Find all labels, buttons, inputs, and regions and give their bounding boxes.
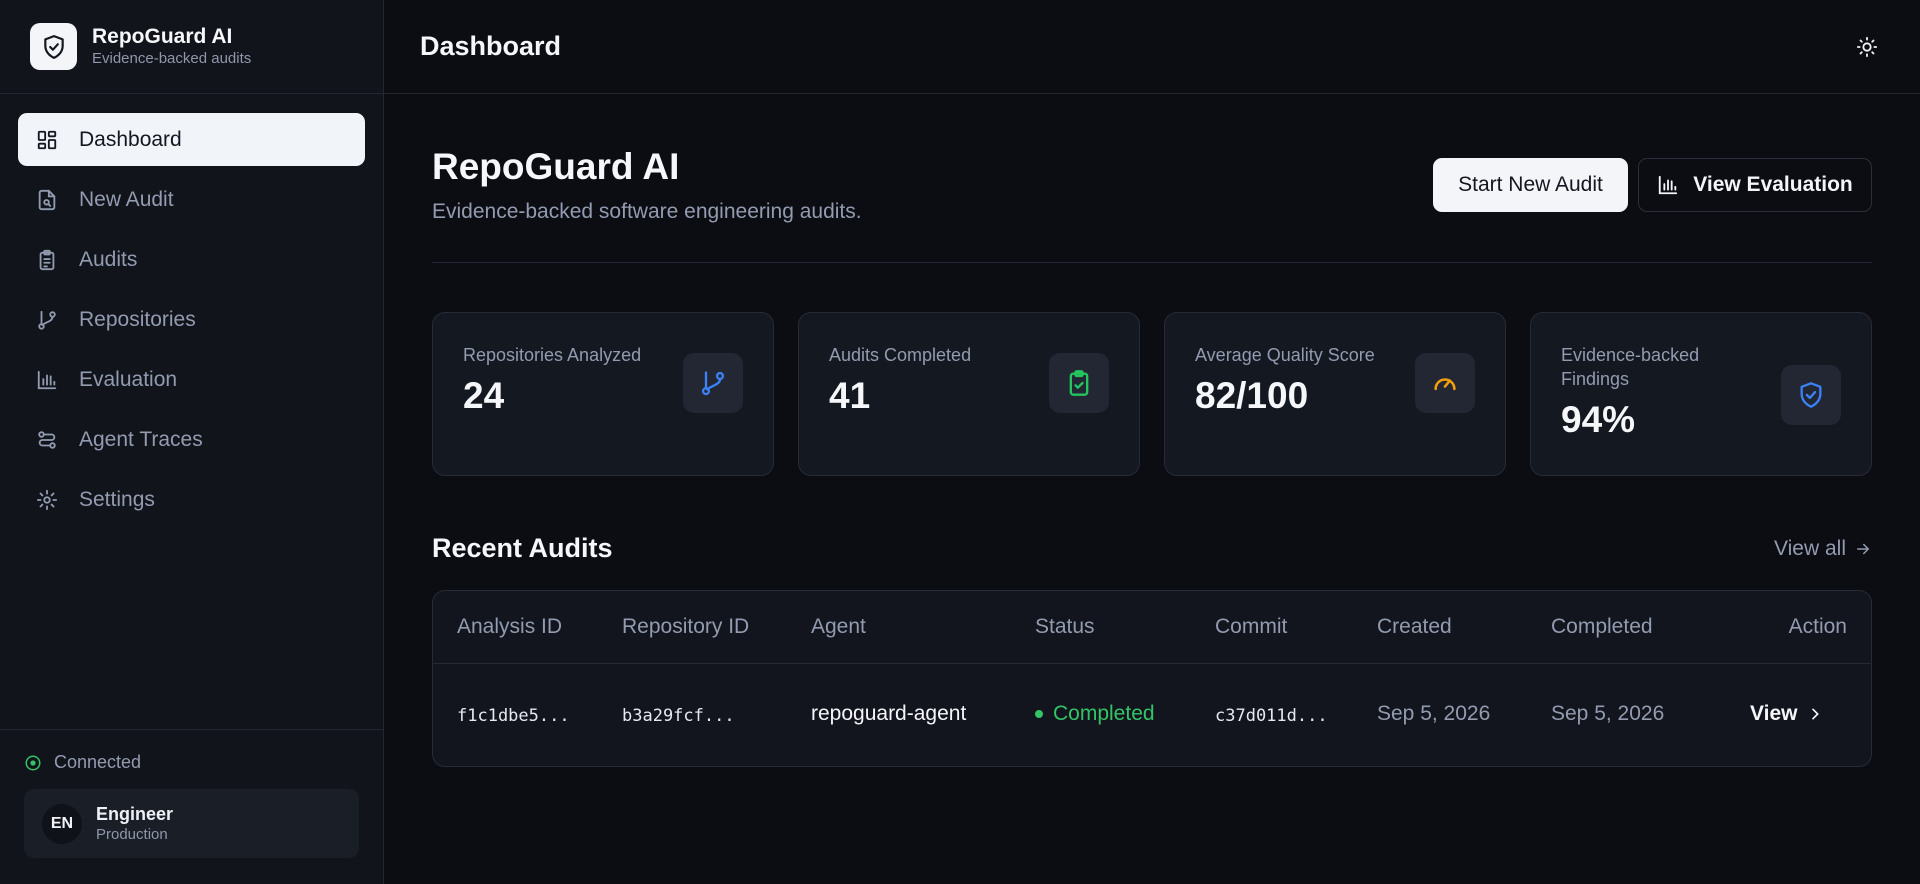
topbar: Dashboard <box>384 0 1920 94</box>
user-card[interactable]: EN Engineer Production <box>24 789 359 858</box>
view-all-label: View all <box>1774 537 1846 560</box>
recent-audits-header: Recent Audits View all <box>432 529 1872 569</box>
column-header: Completed <box>1551 615 1653 638</box>
hero: RepoGuard AI Evidence-backed software en… <box>432 94 1872 263</box>
section-title: Recent Audits <box>432 533 613 563</box>
stats-grid: Repositories Analyzed 24 Audits Complete… <box>432 312 1872 476</box>
view-evaluation-button[interactable]: View Evaluation <box>1638 158 1872 212</box>
hero-subtitle: Evidence-backed software engineering aud… <box>432 200 862 223</box>
connection-status: Connected <box>24 752 359 773</box>
sidebar-item-evaluation[interactable]: Evaluation <box>18 353 365 406</box>
recent-audits-table: Analysis ID Repository ID Agent Status C… <box>432 590 1872 767</box>
arrow-right-icon <box>1854 540 1872 558</box>
column-header: Analysis ID <box>457 615 563 638</box>
column-header: Status <box>1035 615 1095 638</box>
page-title: Dashboard <box>420 31 562 61</box>
start-new-audit-button[interactable]: Start New Audit <box>1433 158 1628 212</box>
status-label: Completed <box>1053 702 1155 725</box>
connection-label: Connected <box>54 752 142 772</box>
git-branch-icon <box>683 353 743 413</box>
sidebar-item-new-audit[interactable]: New Audit <box>18 173 365 226</box>
stat-label: Repositories Analyzed <box>463 345 642 365</box>
route-icon <box>35 428 59 452</box>
sidebar-footer: Connected EN Engineer Production <box>0 729 383 884</box>
column-header: Agent <box>811 615 866 638</box>
sidebar-item-label: Dashboard <box>79 127 182 151</box>
brand: RepoGuard AI Evidence-backed audits <box>0 0 383 94</box>
sidebar-item-dashboard[interactable]: Dashboard <box>18 113 365 166</box>
bar-chart-icon <box>1657 174 1679 196</box>
stat-card-findings: Evidence-backed Findings 94% <box>1530 312 1872 476</box>
stat-card-audits: Audits Completed 41 <box>798 312 1140 476</box>
table-row[interactable]: f1c1dbe5... b3a29fcf... repoguard-agent … <box>433 664 1871 767</box>
bar-chart-icon <box>35 368 59 392</box>
stat-label: Audits Completed <box>829 345 972 365</box>
agent-cell: repoguard-agent <box>811 702 967 725</box>
column-header: Created <box>1377 615 1452 638</box>
main-content: RepoGuard AI Evidence-backed software en… <box>432 94 1872 767</box>
sidebar-item-label: Repositories <box>79 307 196 331</box>
analysis-id-cell: f1c1dbe5... <box>457 706 570 726</box>
sidebar-item-label: Evaluation <box>79 367 178 391</box>
column-header: Repository ID <box>622 615 750 638</box>
sun-icon <box>1856 36 1878 58</box>
stat-card-repositories: Repositories Analyzed 24 <box>432 312 774 476</box>
dashboard-icon <box>35 128 59 152</box>
chevron-right-icon <box>1807 706 1823 722</box>
stat-value: 24 <box>463 375 505 416</box>
stat-value: 94% <box>1561 399 1636 440</box>
sidebar-nav: Dashboard New Audit Audits Repositories … <box>0 94 383 526</box>
shield-logo-icon <box>30 23 77 70</box>
gauge-icon <box>1415 353 1475 413</box>
repository-id-cell: b3a29fcf... <box>622 706 735 726</box>
view-all-link[interactable]: View all <box>1774 537 1872 561</box>
sidebar-item-repositories[interactable]: Repositories <box>18 293 365 346</box>
stat-card-quality: Average Quality Score 82/100 <box>1164 312 1506 476</box>
clipboard-check-icon <box>1049 353 1109 413</box>
sidebar-item-audits[interactable]: Audits <box>18 233 365 286</box>
hero-title: RepoGuard AI <box>432 146 680 187</box>
status-badge: Completed <box>1035 702 1155 726</box>
shield-check-icon <box>1781 365 1841 425</box>
commit-cell: c37d011d... <box>1215 706 1328 726</box>
theme-toggle-button[interactable] <box>1854 34 1880 60</box>
sidebar-item-label: Agent Traces <box>79 427 203 451</box>
view-audit-button[interactable]: View <box>1750 702 1823 726</box>
status-dot-icon <box>1035 710 1043 718</box>
view-evaluation-label: View Evaluation <box>1693 173 1853 196</box>
created-cell: Sep 5, 2026 <box>1377 702 1491 725</box>
sidebar-item-label: Audits <box>79 247 138 271</box>
column-header: Action <box>1788 615 1847 638</box>
brand-title: RepoGuard AI <box>92 24 233 48</box>
avatar: EN <box>42 803 82 844</box>
status-dot-icon <box>24 754 42 772</box>
view-label: View <box>1750 702 1798 725</box>
sidebar: RepoGuard AI Evidence-backed audits Dash… <box>0 0 384 884</box>
gear-icon <box>35 488 59 512</box>
brand-subtitle: Evidence-backed audits <box>92 49 252 67</box>
stat-value: 82/100 <box>1195 375 1309 416</box>
stat-label: Average Quality Score <box>1195 345 1375 365</box>
user-environment: Production <box>96 825 168 843</box>
completed-cell: Sep 5, 2026 <box>1551 702 1665 725</box>
stat-label: Evidence-backed Findings <box>1561 345 1700 389</box>
user-name: Engineer <box>96 803 174 824</box>
table-header: Analysis ID Repository ID Agent Status C… <box>433 591 1871 664</box>
sidebar-item-agent-traces[interactable]: Agent Traces <box>18 413 365 466</box>
sidebar-item-label: Settings <box>79 487 155 511</box>
git-branch-icon <box>35 308 59 332</box>
column-header: Commit <box>1215 615 1288 638</box>
file-search-icon <box>35 188 59 212</box>
clipboard-list-icon <box>35 248 59 272</box>
sidebar-item-settings[interactable]: Settings <box>18 473 365 526</box>
stat-value: 41 <box>829 375 871 416</box>
sidebar-item-label: New Audit <box>79 187 174 211</box>
